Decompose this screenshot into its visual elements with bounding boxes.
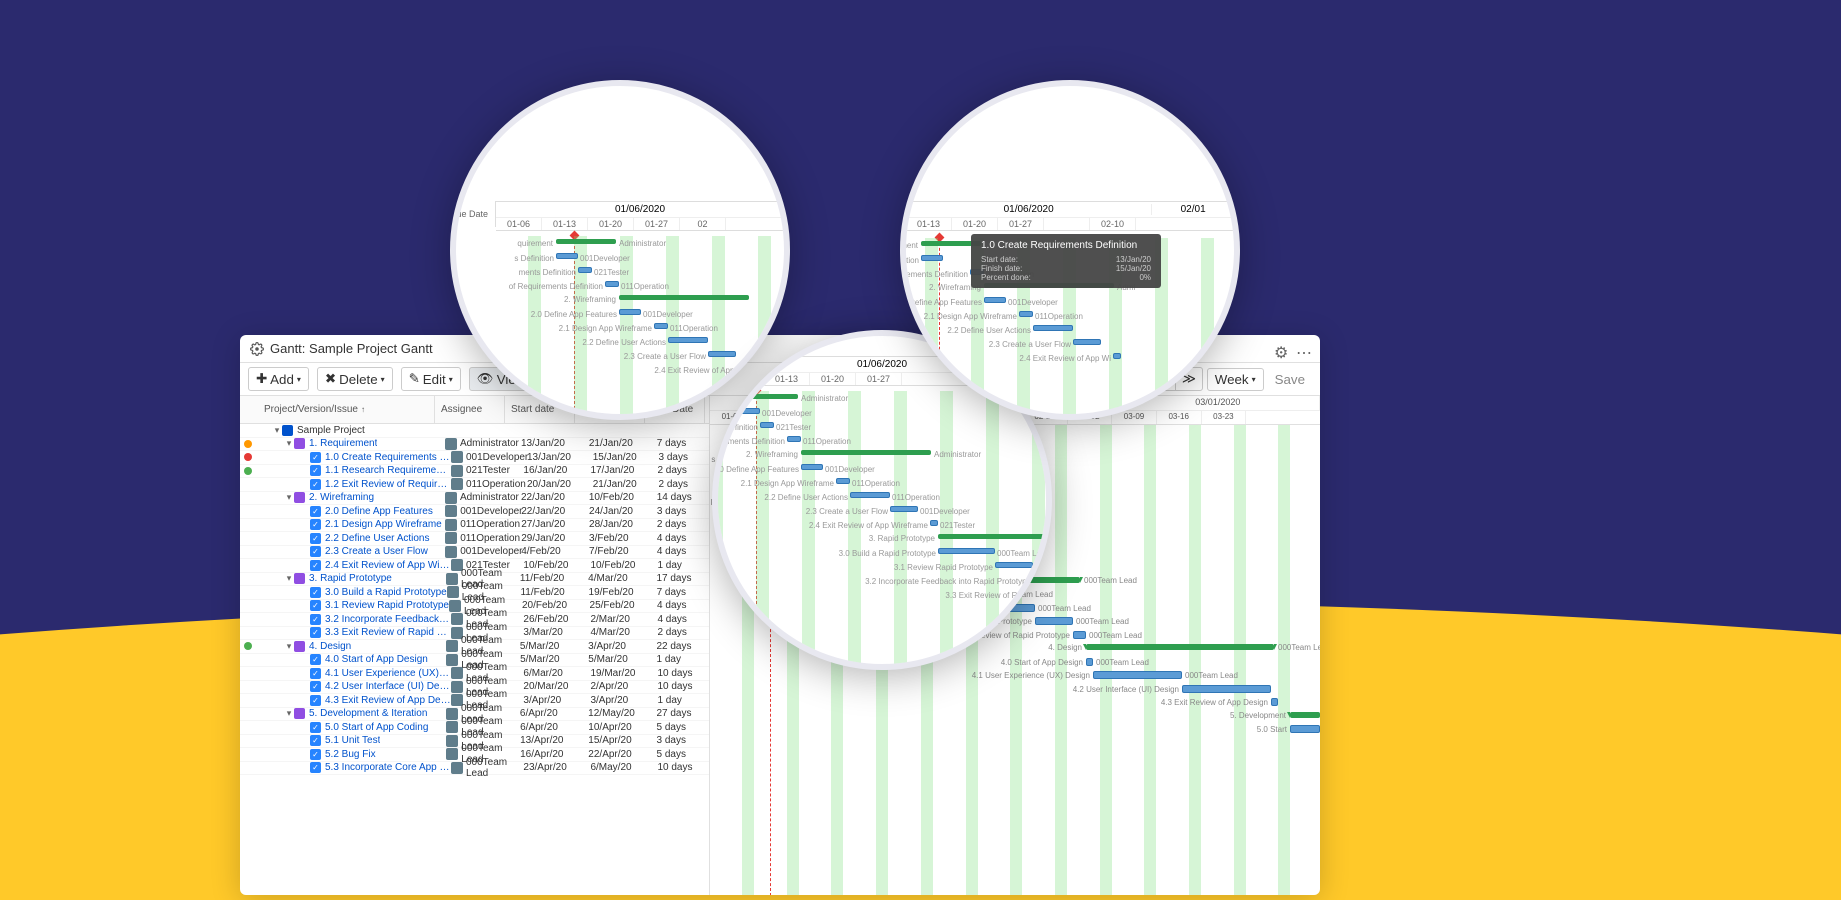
task-row[interactable]: ✓1.2 Exit Review of Requirements De...01… [240,478,709,492]
save-button[interactable]: Save [1268,369,1312,390]
delete-button[interactable]: ✖ Delete ▾ [317,367,393,391]
task-row[interactable]: ✓5.3 Incorporate Core App Functiona...00… [240,762,709,776]
task-row[interactable]: ✓2.3 Create a User Flow001Developer4/Feb… [240,546,709,560]
task-row[interactable]: ✓2.0 Define App Features001Developer22/J… [240,505,709,519]
add-button[interactable]: ✚ Add ▾ [248,367,309,391]
task-row[interactable]: ✓1.1 Research Requirements Definiti...02… [240,465,709,479]
edit-button[interactable]: ✎ Edit ▾ [401,367,461,391]
task-tooltip: 1.0 Create Requirements Definition Start… [971,234,1161,288]
task-row[interactable]: ✓1.0 Create Requirements Definition001De… [240,451,709,465]
task-row[interactable]: ▾Sample Project [240,424,709,438]
settings-icon[interactable]: ⚙ [1274,343,1288,357]
task-row[interactable]: ✓2.2 Define User Actions011Operation29/J… [240,532,709,546]
task-list-panel: Project/Version/Issue↑ Assignee Start da… [240,396,710,895]
task-row[interactable]: ▾1. RequirementAdministrator13/Jan/2021/… [240,438,709,452]
task-row[interactable]: ✓2.1 Design App Wireframe011Operation27/… [240,519,709,533]
menu-icon[interactable]: ⋯ [1296,343,1310,357]
col-issue[interactable]: Project/Version/Issue↑ [240,396,435,423]
app-icon [250,342,264,356]
zoom-lens-right: 01/06/2020 02/01 01-1301-2001-2702-10 1.… [900,80,1240,420]
task-row[interactable]: ▾2. WireframingAdministrator22/Jan/2010/… [240,492,709,506]
